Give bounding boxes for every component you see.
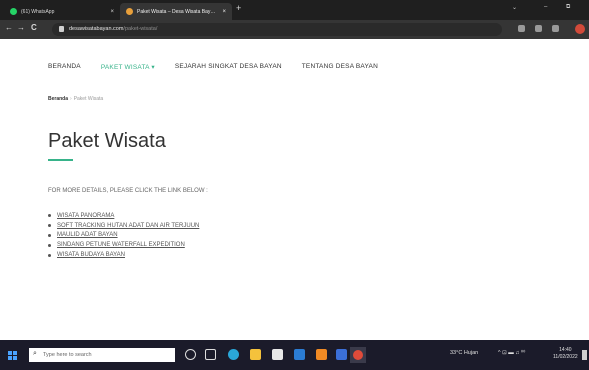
list-item: SOFT TRACKING HUTAN ADAT DAN AIR TERJUUN [48,221,199,231]
cortana-icon[interactable] [185,349,196,360]
new-tab-button[interactable]: + [236,3,241,13]
chrome-icon [353,350,363,360]
main-nav: BERANDA PAKET WISATA ▾ SEJARAH SINGKAT D… [48,63,398,71]
tab-whatsapp[interactable]: (61) WhatsApp × [4,3,120,20]
link-wisata-panorama[interactable]: WISATA PANORAMA [57,213,114,219]
chrome-taskbar-button[interactable] [350,347,366,363]
bullet-icon [48,224,51,228]
list-item: WISATA BUDAYA BAYAN [48,250,199,260]
store-icon[interactable] [272,349,283,360]
breadcrumb-separator: › [70,96,72,102]
whatsapp-icon [10,8,17,15]
app-icon[interactable] [316,349,327,360]
page-title: Paket Wisata [48,130,166,152]
clock-time: 14:40 [559,347,572,353]
share-icon[interactable] [535,25,542,32]
close-icon[interactable]: × [222,9,226,15]
tab-label: Paket Wisata – Desa Wisata Bay… [137,8,216,15]
link-wisata-budaya[interactable]: WISATA BUDAYA BAYAN [57,252,125,258]
url-text: desawisatabayan.com/paket-wisata/ [69,26,158,32]
list-item: MAULID ADAT BAYAN [48,231,199,241]
tab-paket-wisata[interactable]: Paket Wisata – Desa Wisata Bay… × [120,3,232,20]
close-icon[interactable]: × [110,9,114,15]
profile-avatar[interactable] [575,24,585,34]
windows-start-icon[interactable] [8,351,17,360]
address-bar[interactable]: desawisatabayan.com/paket-wisata/ [52,23,502,36]
search-placeholder: Type here to search [43,352,92,358]
bullet-icon [48,214,51,218]
bookmark-star-icon[interactable] [552,25,559,32]
browser-toolbar: ← → C desawisatabayan.com/paket-wisata/ [0,20,589,39]
site-favicon-icon [126,8,133,15]
link-maulid-adat[interactable]: MAULID ADAT BAYAN [57,232,118,238]
title-underline [48,159,73,161]
minimize-button[interactable]: – [544,4,547,10]
link-sindang-petune[interactable]: SINDANG PETUNE WATERFALL EXPEDITION [57,242,185,248]
weather-status[interactable]: 33°C Hujan [450,350,478,356]
edge-icon[interactable] [228,349,239,360]
breadcrumb: Beranda › Paket Wisata [48,96,103,102]
bullet-icon [48,253,51,257]
list-item: SINDANG PETUNE WATERFALL EXPEDITION [48,240,199,250]
breadcrumb-home[interactable]: Beranda [48,96,68,102]
search-icon: ⌕ [33,350,37,357]
restore-button[interactable]: ⧉ [566,4,570,11]
forward-button[interactable]: → [17,23,25,32]
lock-icon [59,26,64,32]
list-item: WISATA PANORAMA [48,211,199,221]
taskbar-clock[interactable]: 14:40 11/02/2022 [553,347,578,361]
windows-taskbar: ⌕ Type here to search 33°C Hujan ^ ⊡ ▬ ♫… [0,340,589,370]
tab-search-chevron-icon[interactable]: ⌄ [512,4,517,11]
tab-strip: (61) WhatsApp × Paket Wisata – Desa Wisa… [0,0,589,20]
breadcrumb-current: Paket Wisata [73,96,104,102]
word-icon[interactable] [336,349,347,360]
package-link-list: WISATA PANORAMA SOFT TRACKING HUTAN ADAT… [48,211,199,260]
intro-text: FOR MORE DETAILS, PLEASE CLICK THE LINK … [48,188,208,194]
file-explorer-icon[interactable] [250,349,261,360]
clock-date: 11/02/2022 [553,354,578,360]
reload-button[interactable]: C [31,23,37,32]
link-soft-tracking[interactable]: SOFT TRACKING HUTAN ADAT DAN AIR TERJUUN [57,223,199,229]
notification-icon[interactable] [582,350,587,360]
nav-paket-wisata[interactable]: PAKET WISATA ▾ [101,63,155,71]
page-content: BERANDA PAKET WISATA ▾ SEJARAH SINGKAT D… [0,39,589,340]
bullet-icon [48,233,51,237]
taskbar-search[interactable]: ⌕ Type here to search [29,348,175,362]
system-tray-icons[interactable]: ^ ⊡ ▬ ♫ ⁰⁰ [498,350,525,356]
mail-icon[interactable] [294,349,305,360]
extension-icon[interactable] [518,25,525,32]
task-view-icon[interactable] [205,349,216,360]
bullet-icon [48,243,51,247]
tab-label: (61) WhatsApp [21,8,55,15]
nav-sejarah[interactable]: SEJARAH SINGKAT DESA BAYAN [175,63,282,71]
nav-tentang[interactable]: TENTANG DESA BAYAN [302,63,378,71]
back-button[interactable]: ← [5,23,13,32]
browser-window: (61) WhatsApp × Paket Wisata – Desa Wisa… [0,0,589,370]
nav-beranda[interactable]: BERANDA [48,63,81,71]
